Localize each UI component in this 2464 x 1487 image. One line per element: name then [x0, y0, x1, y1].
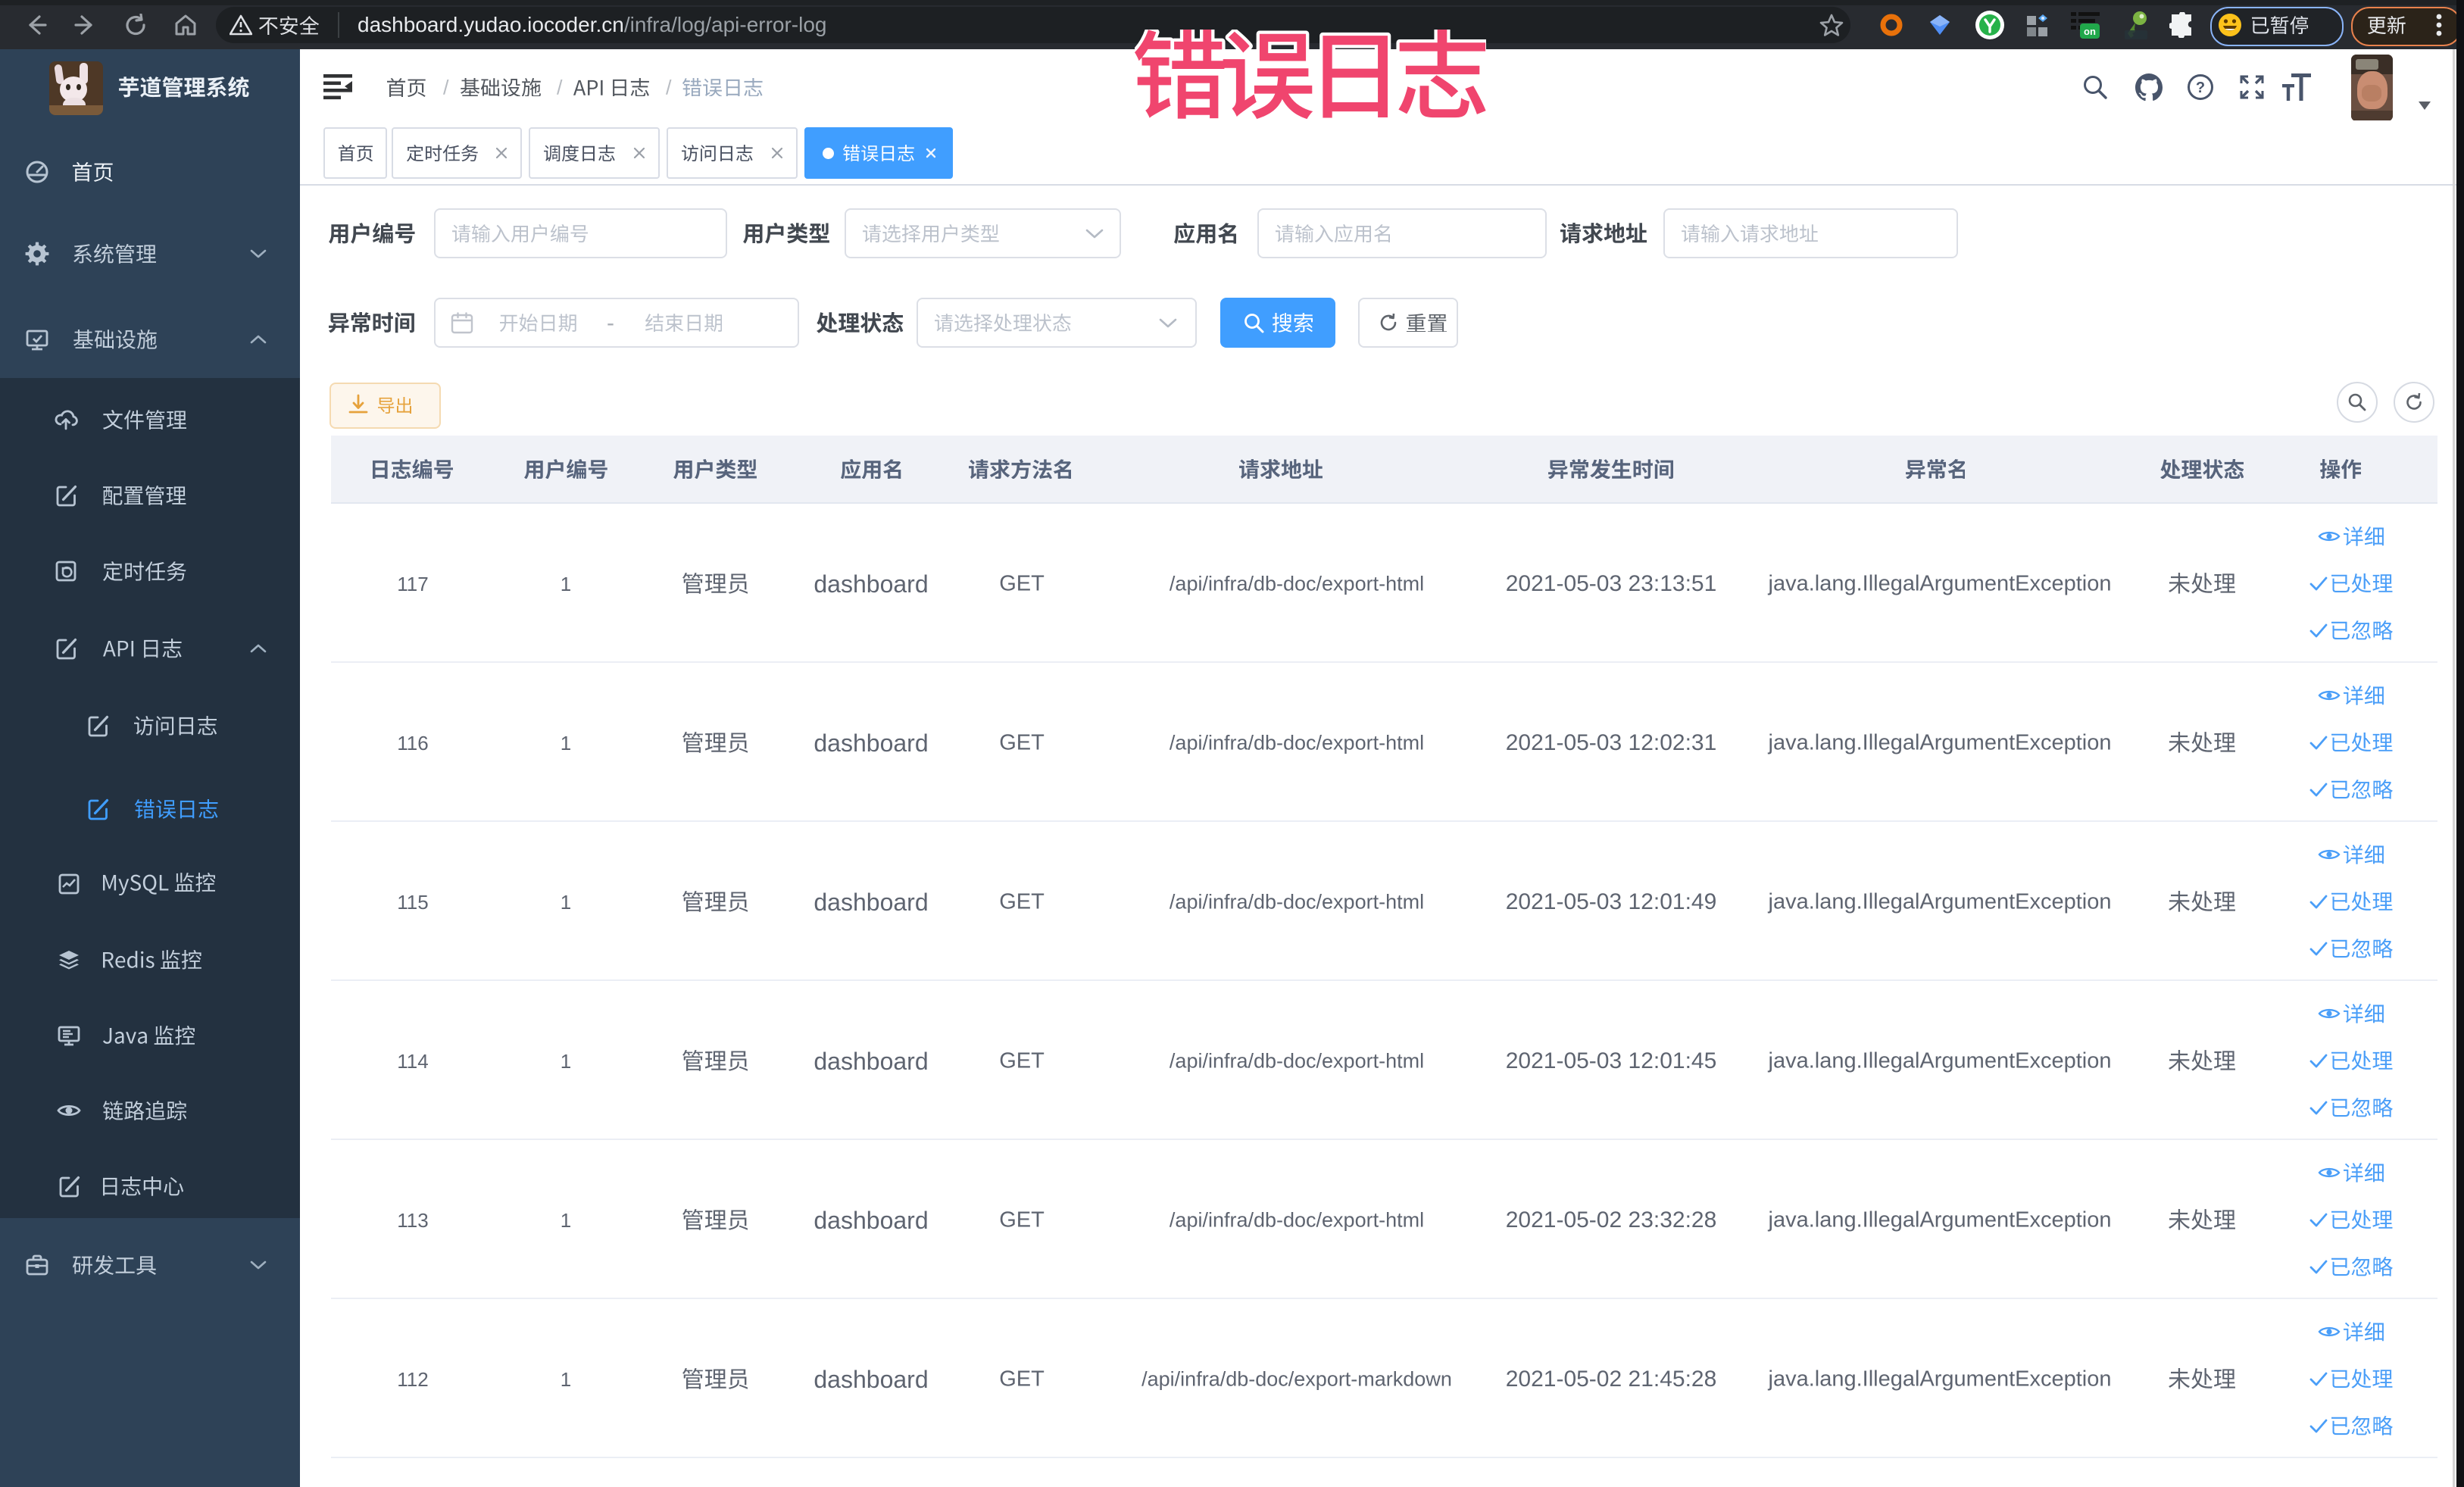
svg-text:on: on: [2084, 26, 2096, 37]
svg-text:?: ?: [2196, 80, 2205, 96]
